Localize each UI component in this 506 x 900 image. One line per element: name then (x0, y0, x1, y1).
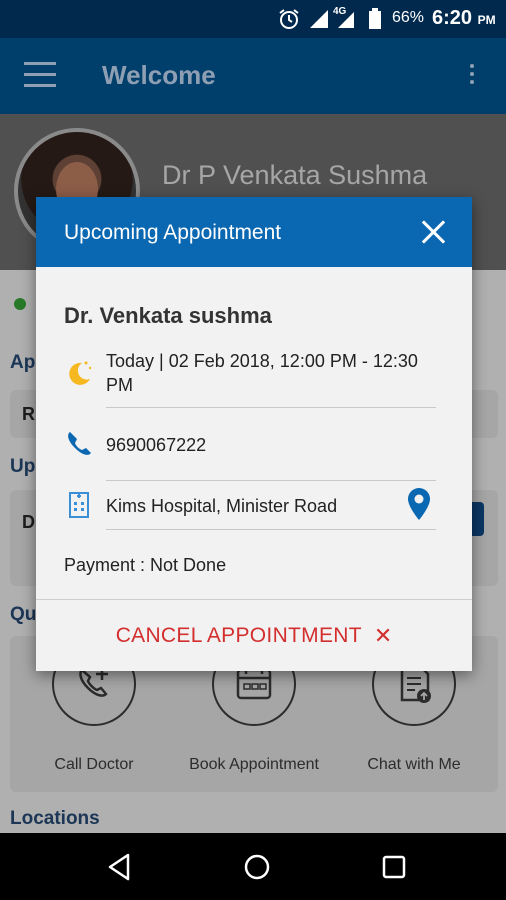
divider (106, 407, 436, 408)
payment-status: Payment : Not Done (64, 555, 227, 575)
recents-icon[interactable] (378, 851, 410, 883)
app-bar: Welcome (0, 38, 506, 114)
divider (106, 529, 436, 530)
appointment-doctor-name: Dr. Venkata sushma (64, 303, 272, 328)
clock-ampm: PM (477, 13, 496, 27)
cancel-x-icon: ✕ (373, 622, 393, 648)
cancel-appointment-label: CANCEL APPOINTMENT (115, 623, 362, 647)
appointment-datetime: Today | 02 Feb 2018, 12:00 PM - 12:30 PM (106, 349, 418, 397)
system-nav-bar (0, 833, 506, 900)
home-icon[interactable] (241, 851, 273, 883)
battery-icon (369, 8, 381, 29)
overflow-menu-icon[interactable] (470, 64, 476, 88)
upcoming-appointment-dialog: Upcoming Appointment Dr. Venkata sushma … (36, 197, 472, 671)
moon-night-icon (69, 361, 92, 385)
dialog-title: Upcoming Appointment (64, 221, 282, 244)
divider (106, 480, 436, 481)
map-pin-icon[interactable] (404, 486, 434, 522)
status-bar: 4G 66% 6:20 PM (0, 0, 506, 38)
cancel-appointment-button[interactable]: CANCEL APPOINTMENT ✕ (36, 600, 472, 671)
appointment-datetime-line1: Today | 02 Feb 2018, 12:00 PM - 12:30 (106, 351, 418, 371)
app-title: Welcome (102, 60, 216, 90)
back-icon[interactable] (104, 851, 136, 883)
signal-icon (310, 10, 328, 28)
clock: 6:20 PM (432, 7, 496, 30)
phone-icon (68, 432, 91, 455)
close-icon[interactable] (420, 219, 446, 245)
clock-time: 6:20 (432, 7, 473, 29)
hospital-location: Kims Hospital, Minister Road (106, 496, 338, 516)
dialog-header: Upcoming Appointment (36, 197, 472, 267)
battery-percentage: 66% (392, 9, 425, 26)
appointment-datetime-line2: PM (106, 375, 133, 395)
hamburger-menu-icon[interactable] (24, 62, 56, 90)
alarm-icon (279, 9, 299, 29)
hospital-building-icon (69, 492, 89, 518)
phone-number[interactable]: 9690067222 (106, 433, 206, 457)
signal-4g-icon (338, 12, 354, 28)
